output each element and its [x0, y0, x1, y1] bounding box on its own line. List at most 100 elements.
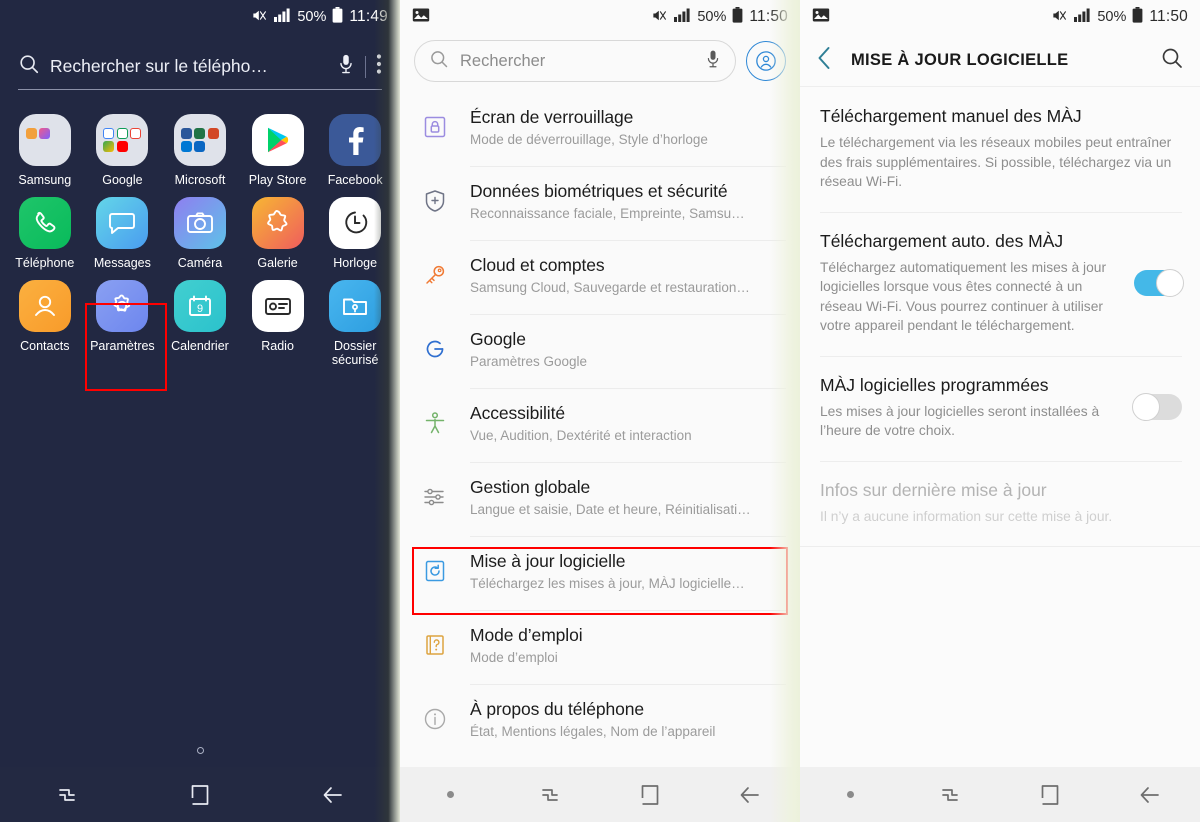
settings-item-subtitle: Téléchargez les mises à jour, MÀJ logici… — [470, 576, 745, 591]
app-play-store[interactable]: Play Store — [241, 104, 315, 187]
play-store-icon — [251, 114, 304, 166]
auto-download-toggle[interactable] — [1134, 268, 1184, 297]
row-title: Téléchargement auto. des MÀJ — [820, 230, 1064, 251]
update-row-auto-download[interactable]: Téléchargement auto. des MÀJ Téléchargez… — [800, 211, 1200, 356]
back-button[interactable] — [1100, 784, 1200, 806]
home-button[interactable] — [600, 784, 700, 806]
row-description: Il n’y a aucune information sur cette mi… — [820, 508, 1113, 524]
sliders-icon — [416, 475, 454, 515]
app-calendrier[interactable]: 9 Calendrier — [163, 270, 237, 367]
settings-search-row: Rechercher — [400, 34, 800, 92]
home-search-bar[interactable]: Rechercher sur le télépho… — [18, 44, 382, 90]
app-facebook[interactable]: Facebook — [318, 104, 392, 187]
row-description: Téléchargez automatiquement les mises à … — [820, 259, 1107, 334]
settings-item-user-manual[interactable]: Mode d’emploi Mode d’emploi — [400, 610, 800, 684]
secure-folder-icon — [329, 280, 382, 332]
home-page-indicator — [0, 747, 400, 754]
google-folder-icon — [96, 114, 149, 166]
app-label: Paramètres — [90, 339, 155, 353]
settings-item-general-management[interactable]: Gestion globale Langue et saisie, Date e… — [400, 462, 800, 536]
app-contacts[interactable]: Contacts — [8, 270, 82, 367]
app-google[interactable]: Google — [86, 104, 160, 187]
app-label: Microsoft — [174, 173, 226, 187]
recents-button[interactable] — [0, 784, 133, 806]
recents-icon — [942, 788, 958, 801]
recents-button[interactable] — [900, 784, 1000, 806]
app-telephone[interactable]: Téléphone — [8, 187, 82, 270]
row-description: Le téléchargement via les réseaux mobile… — [820, 135, 1172, 189]
settings-item-title: Écran de verrouillage — [470, 107, 634, 127]
settings-search-input[interactable]: Rechercher — [414, 40, 736, 82]
row-title: MÀJ logicielles programmées — [820, 374, 1049, 395]
page-indicator-dot — [800, 791, 900, 798]
settings-list-panel: 50% 11:50 Rechercher Écran de verrouilla… — [400, 0, 800, 822]
photo-icon — [412, 7, 430, 27]
settings-item-title: Gestion globale — [470, 477, 591, 497]
overflow-menu-icon[interactable] — [376, 53, 382, 80]
row-description: Les mises à jour logicielles seront inst… — [820, 403, 1100, 439]
info-icon — [416, 697, 454, 737]
settings-item-subtitle: Vue, Audition, Dextérité et interaction — [470, 428, 692, 443]
row-title: Infos sur dernière mise à jour — [820, 479, 1047, 500]
settings-item-google[interactable]: Google Paramètres Google — [400, 314, 800, 388]
back-icon — [740, 786, 759, 803]
account-avatar-icon — [756, 51, 776, 71]
scheduled-updates-toggle-wrap — [1126, 374, 1182, 441]
settings-item-about-phone[interactable]: À propos du téléphone État, Mentions lég… — [400, 684, 800, 758]
microphone-icon[interactable] — [705, 49, 721, 74]
user-manual-icon — [416, 623, 454, 663]
home-screen-panel: 50% 11:49 Rechercher sur le télépho… Sam… — [0, 0, 400, 822]
software-update-panel: 50% 11:50 MISE À JOUR LOGICIELLE Télécha… — [800, 0, 1200, 822]
search-icon — [18, 53, 40, 80]
back-chevron-icon[interactable] — [816, 46, 833, 75]
calendar-icon: 9 — [173, 280, 226, 332]
app-label: Samsung — [18, 173, 72, 187]
app-parametres[interactable]: Paramètres — [86, 270, 160, 367]
app-row-1: Samsung Google Microsoft Play Store Face… — [6, 104, 394, 187]
settings-item-subtitle: État, Mentions légales, Nom de l’apparei… — [470, 724, 716, 739]
app-label: Caméra — [177, 256, 223, 270]
facebook-icon — [329, 114, 382, 166]
battery-icon — [332, 7, 343, 27]
settings-item-subtitle: Mode de déverrouillage, Style d’horloge — [470, 132, 708, 147]
home-icon — [641, 784, 659, 805]
scheduled-updates-toggle[interactable] — [1132, 393, 1182, 421]
settings-item-biometrics[interactable]: Données biométriques et sécurité Reconna… — [400, 166, 800, 240]
settings-item-software-update[interactable]: Mise à jour logicielle Téléchargez les m… — [400, 536, 800, 610]
app-horloge[interactable]: Horloge — [318, 187, 392, 270]
settings-item-cloud-accounts[interactable]: Cloud et comptes Samsung Cloud, Sauvegar… — [400, 240, 800, 314]
battery-percent-label: 50% — [697, 9, 727, 25]
back-button[interactable] — [700, 784, 800, 806]
home-button[interactable] — [1000, 784, 1100, 806]
contacts-icon — [18, 280, 71, 332]
app-radio[interactable]: Radio — [241, 270, 315, 367]
shield-plus-icon — [416, 179, 454, 219]
svg-text:9: 9 — [197, 303, 203, 315]
account-avatar-button[interactable] — [746, 41, 786, 81]
samsung-folder-icon — [18, 114, 71, 166]
status-bar-settings: 50% 11:50 — [400, 0, 800, 34]
battery-icon — [732, 7, 743, 27]
recents-button[interactable] — [500, 784, 600, 806]
settings-item-lock-screen[interactable]: Écran de verrouillage Mode de déverrouil… — [400, 92, 800, 166]
clock-label: 11:50 — [749, 8, 788, 25]
settings-item-accessibility[interactable]: Accessibilité Vue, Audition, Dextérité e… — [400, 388, 800, 462]
app-label: Facebook — [327, 173, 383, 187]
settings-item-subtitle: Mode d’emploi — [470, 650, 558, 665]
microsoft-folder-icon — [173, 114, 226, 166]
app-samsung[interactable]: Samsung — [8, 104, 82, 187]
app-label: Contacts — [20, 339, 70, 353]
app-messages[interactable]: Messages — [86, 187, 160, 270]
settings-item-title: Accessibilité — [470, 403, 565, 423]
google-g-icon — [416, 327, 454, 367]
app-galerie[interactable]: Galerie — [241, 187, 315, 270]
update-row-scheduled-updates[interactable]: MÀJ logicielles programmées Les mises à … — [800, 355, 1200, 461]
home-button[interactable] — [133, 784, 266, 806]
app-dossier-securise[interactable]: Dossier sécurisé — [318, 270, 392, 367]
back-button[interactable] — [267, 784, 400, 806]
search-icon[interactable] — [1160, 46, 1184, 75]
microphone-icon[interactable] — [337, 53, 355, 80]
app-camera[interactable]: Caméra — [163, 187, 237, 270]
app-microsoft[interactable]: Microsoft — [163, 104, 237, 187]
update-row-manual-download[interactable]: Téléchargement manuel des MÀJ Le télécha… — [800, 87, 1200, 212]
